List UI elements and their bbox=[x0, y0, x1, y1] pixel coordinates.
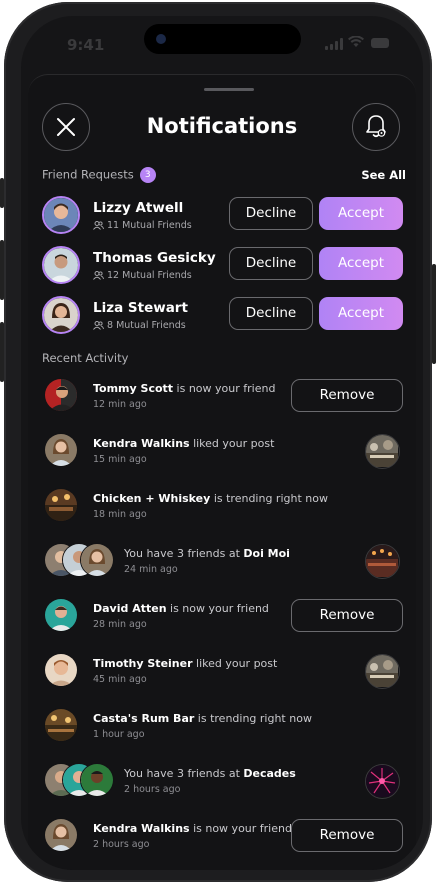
activity-time: 1 hour ago bbox=[93, 729, 145, 740]
venue-thumbnail[interactable] bbox=[365, 764, 400, 799]
activity-item[interactable]: Kendra Walkins is now your friend 2 hour… bbox=[28, 818, 416, 863]
remove-button[interactable]: Remove bbox=[291, 819, 403, 852]
decline-button[interactable]: Decline bbox=[229, 247, 313, 280]
see-all-link[interactable]: See All bbox=[361, 168, 406, 182]
people-icon bbox=[93, 321, 104, 330]
avatar bbox=[80, 763, 114, 797]
action-button bbox=[0, 178, 4, 208]
activity-time: 15 min ago bbox=[93, 454, 147, 465]
power-button bbox=[432, 264, 436, 364]
activity-time: 24 min ago bbox=[124, 564, 178, 575]
requester-name[interactable]: Liza Stewart bbox=[93, 300, 188, 316]
bell-settings-icon bbox=[366, 115, 386, 138]
activity-time: 45 min ago bbox=[93, 674, 147, 685]
signal-icon bbox=[325, 38, 345, 50]
activity-item[interactable]: Chicken + Whiskey is trending right now … bbox=[28, 488, 416, 533]
venue-avatar bbox=[44, 708, 78, 742]
activity-item[interactable]: Casta's Rum Bar is trending right now 1 … bbox=[28, 708, 416, 753]
notifications-sheet: Notifications Friend Requests 3 See All L… bbox=[28, 74, 416, 870]
requester-name[interactable]: Thomas Gesicky bbox=[93, 250, 216, 266]
activity-text: Chicken + Whiskey is trending right now bbox=[93, 492, 328, 505]
post-thumbnail[interactable] bbox=[365, 654, 400, 689]
recent-activity-heading: Recent Activity bbox=[42, 351, 129, 365]
volume-up-button bbox=[0, 240, 4, 300]
activity-text: Kendra Walkins liked your post bbox=[93, 437, 275, 450]
friend-request-row: Lizzy Atwell 11 Mutual Friends Decline A… bbox=[28, 194, 416, 238]
activity-text: You have 3 friends at Doi Moi bbox=[124, 547, 290, 560]
people-icon bbox=[93, 221, 104, 230]
avatar[interactable] bbox=[42, 296, 80, 334]
post-thumbnail[interactable] bbox=[365, 434, 400, 469]
accept-button[interactable]: Accept bbox=[319, 197, 403, 230]
activity-time: 2 hours ago bbox=[93, 839, 150, 850]
mutual-friends: 12 Mutual Friends bbox=[93, 270, 192, 281]
activity-text: Kendra Walkins is now your friend bbox=[93, 822, 292, 835]
friend-requests-heading: Friend Requests 3 bbox=[42, 167, 156, 183]
activity-time: 18 min ago bbox=[93, 509, 147, 520]
avatar bbox=[44, 378, 78, 412]
accept-button[interactable]: Accept bbox=[319, 247, 403, 280]
friend-request-row: Thomas Gesicky 12 Mutual Friends Decline… bbox=[28, 244, 416, 288]
dynamic-island bbox=[144, 24, 301, 54]
activity-item[interactable]: You have 3 friends at Decades 2 hours ag… bbox=[28, 763, 416, 808]
activity-item[interactable]: You have 3 friends at Doi Moi 24 min ago bbox=[28, 543, 416, 588]
accept-button[interactable]: Accept bbox=[319, 297, 403, 330]
avatar bbox=[44, 433, 78, 467]
phone-frame: 9:41 Notifications Friend Requests 3 See… bbox=[0, 2, 436, 882]
activity-time: 2 hours ago bbox=[124, 784, 181, 795]
sheet-drag-handle[interactable] bbox=[204, 88, 254, 91]
activity-item[interactable]: Kendra Walkins liked your post 15 min ag… bbox=[28, 433, 416, 478]
friend-request-row: Liza Stewart 8 Mutual Friends Decline Ac… bbox=[28, 294, 416, 338]
remove-button[interactable]: Remove bbox=[291, 599, 403, 632]
venue-avatar bbox=[44, 488, 78, 522]
avatar bbox=[80, 543, 114, 577]
requester-name[interactable]: Lizzy Atwell bbox=[93, 200, 183, 216]
activity-time: 12 min ago bbox=[93, 399, 147, 410]
avatar[interactable] bbox=[42, 246, 80, 284]
status-bar: 9:41 bbox=[21, 16, 423, 74]
mutual-friends: 8 Mutual Friends bbox=[93, 320, 186, 331]
activity-text: Casta's Rum Bar is trending right now bbox=[93, 712, 312, 725]
activity-item[interactable]: Timothy Steiner liked your post 45 min a… bbox=[28, 653, 416, 698]
avatar[interactable] bbox=[42, 196, 80, 234]
activity-time: 28 min ago bbox=[93, 619, 147, 630]
avatar bbox=[44, 653, 78, 687]
mutual-friends: 11 Mutual Friends bbox=[93, 220, 192, 231]
activity-item[interactable]: David Atten is now your friend 28 min ag… bbox=[28, 598, 416, 643]
screen: 9:41 Notifications Friend Requests 3 See… bbox=[21, 16, 423, 870]
venue-thumbnail[interactable] bbox=[365, 544, 400, 579]
activity-item[interactable]: Tommy Scott is now your friend 12 min ag… bbox=[28, 378, 416, 423]
battery-icon bbox=[371, 38, 389, 48]
decline-button[interactable]: Decline bbox=[229, 297, 313, 330]
people-icon bbox=[93, 271, 104, 280]
status-time: 9:41 bbox=[67, 36, 105, 54]
volume-down-button bbox=[0, 322, 4, 382]
activity-text: You have 3 friends at Decades bbox=[124, 767, 296, 780]
decline-button[interactable]: Decline bbox=[229, 197, 313, 230]
activity-text: Tommy Scott is now your friend bbox=[93, 382, 276, 395]
notification-settings-button[interactable] bbox=[352, 103, 400, 151]
remove-button[interactable]: Remove bbox=[291, 379, 403, 412]
wifi-icon bbox=[348, 35, 364, 52]
friend-requests-count-badge: 3 bbox=[139, 167, 156, 183]
activity-text: Timothy Steiner liked your post bbox=[93, 657, 278, 670]
activity-text: David Atten is now your friend bbox=[93, 602, 269, 615]
avatar bbox=[44, 598, 78, 632]
avatar bbox=[44, 818, 78, 852]
camera-icon bbox=[156, 34, 166, 44]
